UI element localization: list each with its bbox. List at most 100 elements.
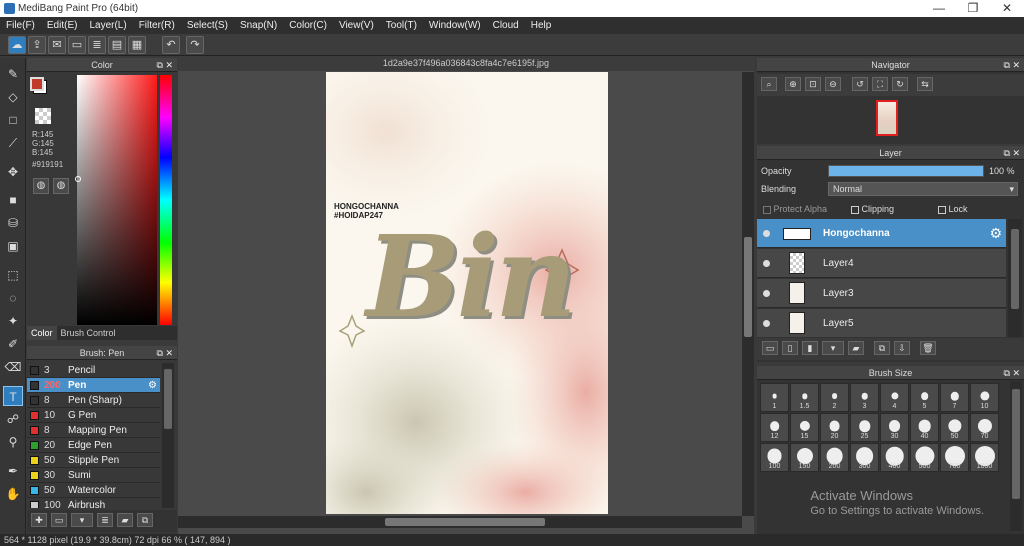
- hand-tool-icon[interactable]: ✋: [3, 484, 23, 504]
- new-layer-icon[interactable]: ▭: [762, 341, 778, 355]
- zoom-out-icon[interactable]: ⊖: [825, 77, 841, 91]
- eyedropper-tool-icon[interactable]: ⚲: [3, 432, 23, 452]
- fit-window-icon[interactable]: ⛶: [872, 77, 888, 91]
- horizontal-scrollbar[interactable]: [178, 516, 742, 528]
- brush-settings-gear-icon[interactable]: ⚙: [148, 378, 157, 393]
- vertical-scrollbar[interactable]: [742, 72, 754, 516]
- brush-list-item[interactable]: 3 Pencil: [27, 363, 160, 378]
- panel-controls-icon[interactable]: ⧉ ✕: [1004, 58, 1020, 72]
- lasso-tool-icon[interactable]: ◌: [3, 288, 23, 308]
- add-brush-icon[interactable]: ✚: [31, 513, 47, 527]
- menu-window[interactable]: Window(W): [423, 17, 487, 34]
- transparent-color-swatch[interactable]: [35, 108, 51, 124]
- tab-brush-control[interactable]: Brush Control: [57, 326, 120, 340]
- select-eraser-tool-icon[interactable]: ⌫: [3, 357, 23, 377]
- lock-checkbox[interactable]: Lock: [938, 204, 968, 214]
- brush-list-item[interactable]: 20 Edge Pen: [27, 438, 160, 453]
- layer-list-scrollbar[interactable]: [1008, 219, 1022, 337]
- brush-size-cell[interactable]: 10: [970, 383, 999, 412]
- layer-row[interactable]: Layer4: [757, 249, 1006, 278]
- eraser-tool-icon[interactable]: ◇: [3, 87, 23, 107]
- protect-alpha-checkbox[interactable]: Protect Alpha: [763, 204, 827, 214]
- actual-size-icon[interactable]: ⊡: [805, 77, 821, 91]
- brush-tool-icon[interactable]: ✎: [3, 64, 23, 84]
- brush-list-item[interactable]: 100 Airbrush: [27, 498, 160, 508]
- menu-cloud[interactable]: Cloud: [487, 17, 525, 34]
- new-brush-icon[interactable]: ▭: [51, 513, 67, 527]
- comment-icon[interactable]: ✉: [48, 36, 66, 54]
- brush-size-cell[interactable]: 25: [850, 413, 879, 442]
- rotate-left-icon[interactable]: ↺: [852, 77, 868, 91]
- brush-size-cell[interactable]: 1.5: [790, 383, 819, 412]
- menu-color[interactable]: Color(C): [283, 17, 333, 34]
- menu-edit[interactable]: Edit(E): [41, 17, 84, 34]
- new-layer-8bit-icon[interactable]: ▯: [782, 341, 798, 355]
- brush-size-cell[interactable]: 500: [910, 443, 939, 472]
- text-tool-icon[interactable]: T: [3, 386, 23, 406]
- redo-icon[interactable]: ↷: [186, 36, 204, 54]
- color-picker-cursor[interactable]: [75, 176, 81, 182]
- visibility-eye-icon[interactable]: [763, 320, 770, 327]
- palette-icon[interactable]: ◍: [33, 178, 49, 194]
- duplicate-layer-icon[interactable]: ⧉: [874, 341, 890, 355]
- brush-size-cell[interactable]: 700: [940, 443, 969, 472]
- add-layer-menu-icon[interactable]: ▾: [822, 341, 844, 355]
- brush-folder-icon[interactable]: ▰: [117, 513, 133, 527]
- brush-size-cell[interactable]: 20: [820, 413, 849, 442]
- visibility-eye-icon[interactable]: [763, 230, 770, 237]
- magic-wand-tool-icon[interactable]: ✦: [3, 311, 23, 331]
- brush-list-scrollbar[interactable]: [162, 363, 174, 508]
- clipping-checkbox[interactable]: Clipping: [851, 204, 894, 214]
- undo-icon[interactable]: ↶: [162, 36, 180, 54]
- brush-size-cell[interactable]: 1: [760, 383, 789, 412]
- brush-size-cell[interactable]: 200: [820, 443, 849, 472]
- operation-tool-icon[interactable]: ☍: [3, 409, 23, 429]
- panel-controls-icon[interactable]: ⧉ ✕: [157, 346, 173, 360]
- layer-row[interactable]: Layer3: [757, 279, 1006, 308]
- palette-cloud-icon[interactable]: ◍: [53, 178, 69, 194]
- brush-list-item[interactable]: 10 G Pen: [27, 408, 160, 423]
- panel-controls-icon[interactable]: ⧉ ✕: [157, 58, 173, 72]
- rectangle-tool-icon[interactable]: □: [3, 110, 23, 130]
- brush-size-cell[interactable]: 50: [940, 413, 969, 442]
- brush-size-cell[interactable]: 12: [760, 413, 789, 442]
- brush-list-item[interactable]: 200 Pen ⚙: [27, 378, 160, 393]
- dropper-tool-icon[interactable]: ✒: [3, 461, 23, 481]
- layer-folder-icon[interactable]: ▰: [848, 341, 864, 355]
- menu-filter[interactable]: Filter(R): [133, 17, 181, 34]
- brush-size-cell[interactable]: 70: [970, 413, 999, 442]
- brush-size-cell[interactable]: 1000: [970, 443, 999, 472]
- brush-size-cell[interactable]: 40: [910, 413, 939, 442]
- hue-slider[interactable]: [160, 75, 172, 325]
- menu-layer[interactable]: Layer(L): [83, 17, 132, 34]
- opacity-slider[interactable]: [828, 165, 984, 177]
- brush-size-cell[interactable]: 15: [790, 413, 819, 442]
- bucket-tool-icon[interactable]: ⛁: [3, 213, 23, 233]
- panel-controls-icon[interactable]: ⧉ ✕: [1004, 366, 1020, 380]
- document-icon[interactable]: ≣: [88, 36, 106, 54]
- merge-layer-icon[interactable]: ⇩: [894, 341, 910, 355]
- tab-color[interactable]: Color: [27, 326, 57, 340]
- new-layer-1bit-icon[interactable]: ▮: [802, 341, 818, 355]
- select-tool-icon[interactable]: ⬚: [3, 265, 23, 285]
- menu-view[interactable]: View(V): [333, 17, 380, 34]
- menu-help[interactable]: Help: [525, 17, 558, 34]
- brush-size-cell[interactable]: 5: [910, 383, 939, 412]
- upload-icon[interactable]: ⇪: [28, 36, 46, 54]
- brush-copy-icon[interactable]: ⧉: [137, 513, 153, 527]
- maximize-button[interactable]: ❐: [956, 0, 990, 17]
- fill-rect-tool-icon[interactable]: ■: [3, 190, 23, 210]
- delete-layer-icon[interactable]: 🗑: [920, 341, 936, 355]
- cloud-icon[interactable]: ☁: [8, 36, 26, 54]
- brush-list-item[interactable]: 50 Watercolor: [27, 483, 160, 498]
- brush-list-item[interactable]: 30 Sumi: [27, 468, 160, 483]
- brush-size-cell[interactable]: 400: [880, 443, 909, 472]
- panel-icon[interactable]: ▤: [108, 36, 126, 54]
- panel-controls-icon[interactable]: ⧉ ✕: [1004, 146, 1020, 160]
- menu-file[interactable]: File(F): [0, 17, 41, 34]
- menu-snap[interactable]: Snap(N): [234, 17, 283, 34]
- move-tool-icon[interactable]: ✥: [3, 162, 23, 182]
- brush-size-cell[interactable]: 7: [940, 383, 969, 412]
- grid-icon[interactable]: ▦: [128, 36, 146, 54]
- visibility-eye-icon[interactable]: [763, 260, 770, 267]
